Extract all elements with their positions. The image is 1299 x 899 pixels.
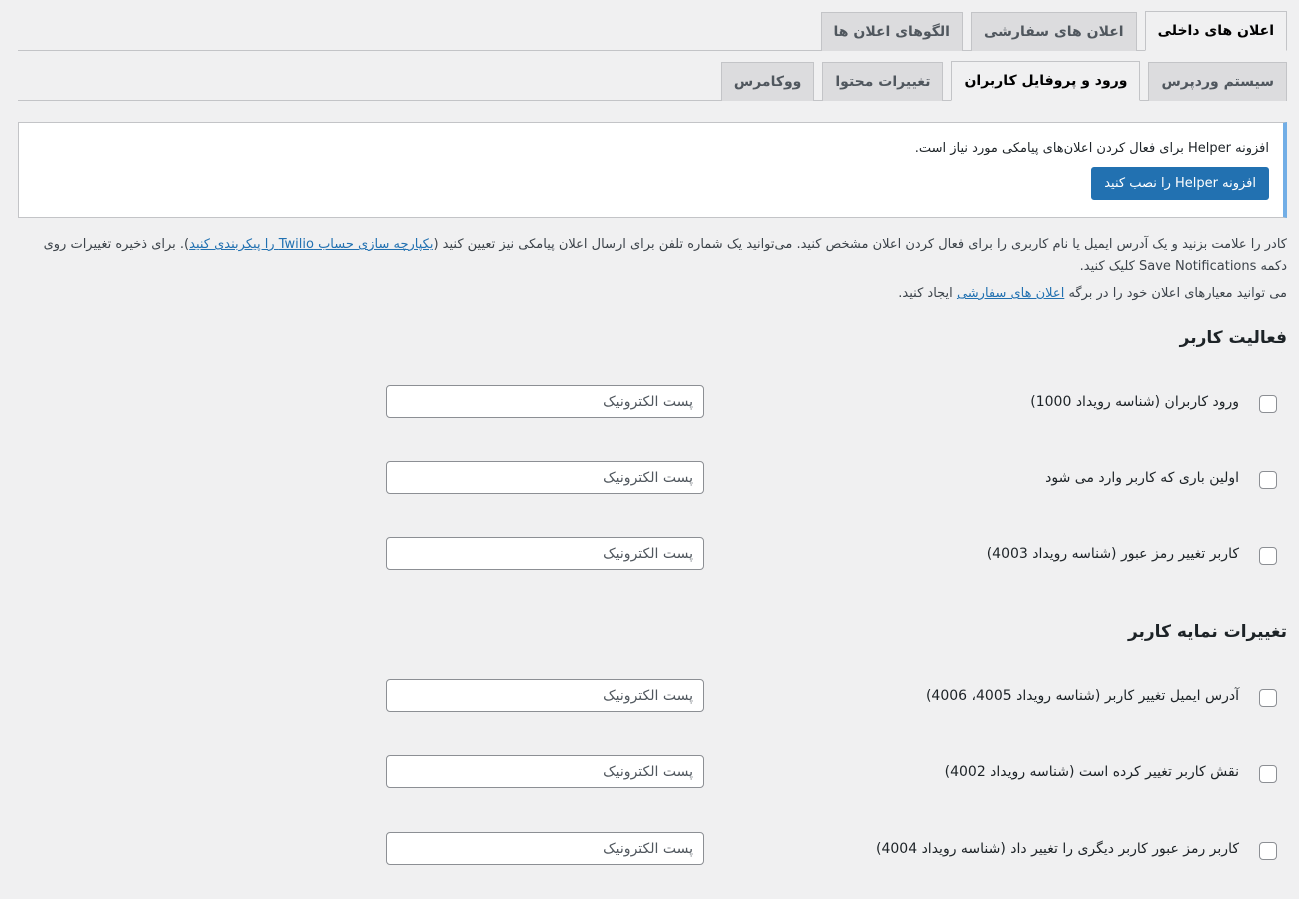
tab-notification-templates[interactable]: الگوهای اعلان ها xyxy=(820,12,963,51)
secondary-tabs: سیستم وردپرس ورود و پروفایل کاربران تغیی… xyxy=(18,61,1287,101)
notification-row: آدرس ایمیل تغییر کاربر (شناسه رویداد 400… xyxy=(0,679,1277,722)
custom-notifications-link[interactable]: اعلان های سفارشی xyxy=(957,286,1064,301)
tab-wordpress-system[interactable]: سیستم وردپرس xyxy=(1148,62,1287,101)
notice-text: افزونه Helper برای فعال کردن اعلان‌های پ… xyxy=(914,141,1269,156)
row-label: ورود کاربران (شناسه رویداد 1000) xyxy=(1030,394,1239,410)
email-field[interactable] xyxy=(386,832,704,865)
row-label: کاربر تغییر رمز عبور (شناسه رویداد 4003) xyxy=(986,546,1239,562)
row-checkbox[interactable] xyxy=(1259,547,1277,565)
row-label: نقش کاربر تغییر کرده است (شناسه رویداد 4… xyxy=(944,764,1239,780)
notification-row: نقش کاربر تغییر کرده است (شناسه رویداد 4… xyxy=(0,755,1277,798)
row-checkbox[interactable] xyxy=(1259,765,1277,783)
tab-custom-notifications[interactable]: اعلان های سفارشی xyxy=(970,12,1137,51)
custom-criteria-part2: ایجاد کنید. xyxy=(898,286,957,301)
row-checkbox[interactable] xyxy=(1259,842,1277,860)
email-field[interactable] xyxy=(386,755,704,788)
row-checkbox[interactable] xyxy=(1259,471,1277,489)
email-field[interactable] xyxy=(386,461,704,494)
install-helper-button[interactable]: افزونه Helper را نصب کنید xyxy=(1091,167,1269,200)
tab-content-changes[interactable]: تغییرات محتوا xyxy=(822,62,944,101)
row-checkbox[interactable] xyxy=(1259,689,1277,707)
custom-criteria-text: می توانید معیارهای اعلان خود را در برگه … xyxy=(40,283,1287,305)
row-checkbox[interactable] xyxy=(1259,395,1277,413)
tab-woocommerce[interactable]: ووکامرس xyxy=(720,62,815,101)
row-label: اولین باری که کاربر وارد می شود xyxy=(1045,470,1239,486)
row-label: آدرس ایمیل تغییر کاربر (شناسه رویداد 400… xyxy=(925,688,1239,704)
primary-tabs: اعلان های داخلی اعلان های سفارشی الگوهای… xyxy=(18,11,1287,51)
helper-plugin-notice: افزونه Helper برای فعال کردن اعلان‌های پ… xyxy=(18,122,1287,218)
tab-users-login-profile[interactable]: ورود و پروفایل کاربران xyxy=(951,61,1141,101)
instructions-text: کادر را علامت بزنید و یک آدرس ایمیل یا ن… xyxy=(40,234,1287,278)
section-title-profile-changes: تغییرات نمایه کاربر xyxy=(1127,622,1287,642)
row-label: کاربر رمز عبور کاربر دیگری را تغییر داد … xyxy=(876,841,1239,857)
tab-internal-notifications[interactable]: اعلان های داخلی xyxy=(1144,11,1287,51)
notification-row: کاربر تغییر رمز عبور (شناسه رویداد 4003) xyxy=(0,537,1277,580)
email-field[interactable] xyxy=(386,679,704,712)
email-field[interactable] xyxy=(386,385,704,418)
section-title-user-activity: فعالیت کاربر xyxy=(1179,328,1287,348)
twilio-config-link[interactable]: یکپارچه سازی حساب Twilio را پیکربندی کنی… xyxy=(189,237,433,252)
notification-row: ورود کاربران (شناسه رویداد 1000) xyxy=(0,385,1277,428)
custom-criteria-part1: می توانید معیارهای اعلان خود را در برگه xyxy=(1064,286,1287,301)
notification-row: اولین باری که کاربر وارد می شود xyxy=(0,461,1277,504)
instructions-part1: کادر را علامت بزنید و یک آدرس ایمیل یا ن… xyxy=(433,237,1287,252)
email-field[interactable] xyxy=(386,537,704,570)
notification-row: کاربر رمز عبور کاربر دیگری را تغییر داد … xyxy=(0,832,1277,875)
